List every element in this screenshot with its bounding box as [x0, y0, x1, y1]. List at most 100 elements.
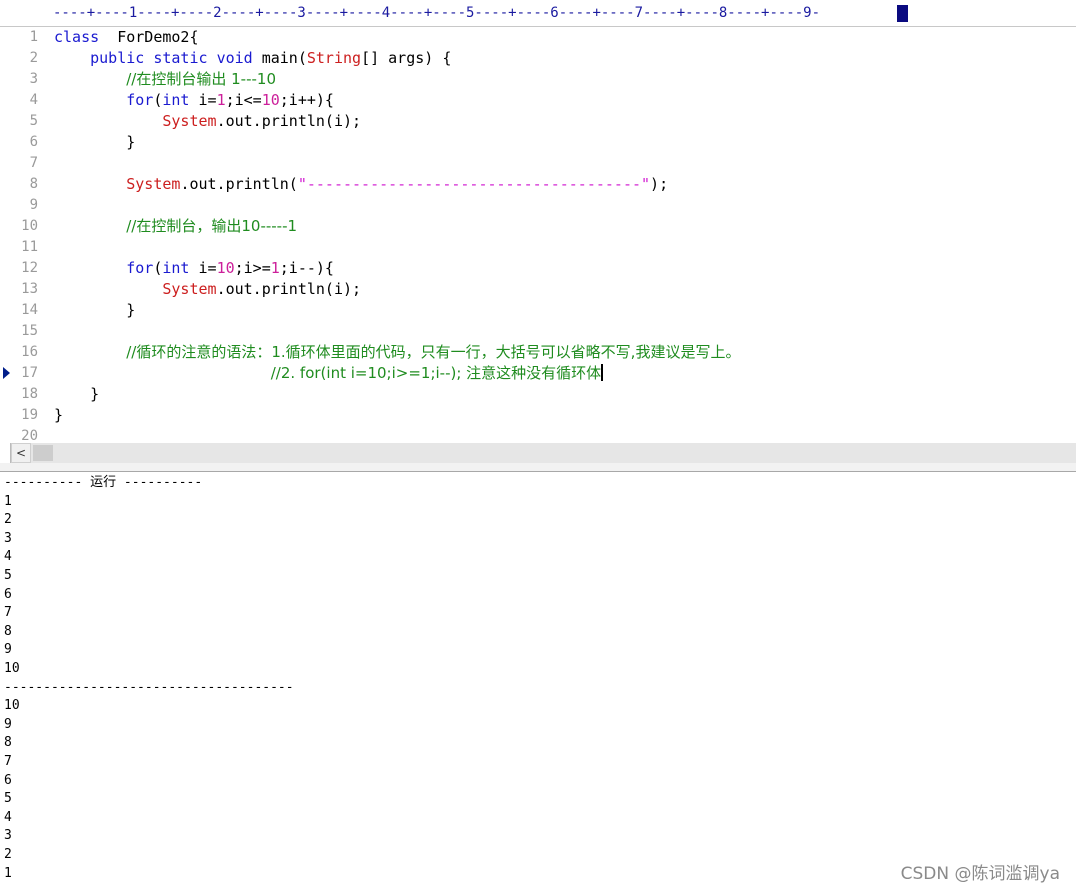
code-text[interactable]: } — [54, 405, 63, 426]
code-line[interactable]: 4 for(int i=1;i<=10;i++){ — [0, 90, 1076, 111]
code-token: .out.println(i); — [216, 112, 362, 130]
code-line[interactable]: 11 — [0, 237, 1076, 258]
code-text[interactable]: System.out.println("--------------------… — [54, 174, 668, 195]
code-line[interactable]: 14 } — [0, 300, 1076, 321]
code-line[interactable]: 8 System.out.println("------------------… — [0, 174, 1076, 195]
code-token: for — [126, 91, 154, 109]
code-token: } — [54, 406, 64, 424]
output-line: 6 — [4, 772, 12, 788]
code-line[interactable]: 20 — [0, 426, 1076, 443]
code-token: 1 — [270, 259, 280, 277]
line-number: 3 — [29, 71, 38, 87]
pane-splitter[interactable] — [0, 463, 1076, 472]
code-line[interactable]: 9 — [0, 195, 1076, 216]
code-line[interactable]: 16 //循环的注意的语法：1.循环体里面的代码，只有一行，大括号可以省略不写,… — [0, 342, 1076, 363]
watermark: CSDN @陈词滥调ya — [900, 864, 1060, 884]
line-number: 5 — [29, 113, 38, 129]
output-line: 4 — [4, 809, 12, 825]
code-token: ;i>= — [234, 259, 271, 277]
code-line[interactable]: 6 } — [0, 132, 1076, 153]
code-token: "-------------------------------------" — [297, 175, 651, 193]
output-line: 10 — [4, 661, 20, 676]
line-number: 17 — [21, 365, 38, 381]
code-line[interactable]: 17 //2. for(int i=10;i>=1;i--); 注意这种没有循环… — [0, 363, 1076, 384]
code-token: void — [216, 49, 253, 67]
code-line[interactable]: 18 } — [0, 384, 1076, 405]
output-line: 8 — [4, 735, 12, 751]
output-line: 10 — [4, 698, 20, 714]
line-number: 8 — [29, 176, 38, 192]
output-line: 4 — [4, 549, 12, 565]
output-line: 5 — [4, 568, 12, 583]
code-token: //循环的注意的语法：1.循环体里面的代码，只有一行，大括号可以省略不写,我建议… — [126, 343, 741, 361]
code-token: //在控制台，输出10-----1 — [126, 217, 298, 235]
ruler-gutter — [0, 0, 51, 26]
code-token: ); — [650, 175, 669, 193]
output-line: 5 — [4, 791, 12, 807]
output-line: ------------------------------------- — [4, 679, 294, 695]
code-text[interactable]: System.out.println(i); — [54, 279, 361, 300]
code-line[interactable]: 3 //在控制台输出 1---10 — [0, 69, 1076, 90]
code-line[interactable]: 10 //在控制台，输出10-----1 — [0, 216, 1076, 237]
line-number: 7 — [29, 155, 38, 171]
code-line[interactable]: 12 for(int i=10;i>=1;i--){ — [0, 258, 1076, 279]
line-number: 20 — [21, 428, 38, 443]
code-line[interactable]: 13 System.out.println(i); — [0, 279, 1076, 300]
code-text[interactable]: //在控制台输出 1---10 — [54, 69, 276, 90]
code-line[interactable]: 2 public static void main(String[] args)… — [0, 48, 1076, 69]
line-number: 9 — [29, 197, 38, 213]
output-line: 3 — [4, 530, 12, 546]
code-token: [] args) { — [361, 49, 452, 67]
output-panel[interactable]: ---------- 运行 ---------- 1 2 3 4 5 6 7 8 9 10 -----… — [0, 472, 1076, 893]
code-line[interactable]: 5 System.out.println(i); — [0, 111, 1076, 132]
code-token: //在控制台输出 1---10 — [126, 70, 276, 88]
scroll-left-arrow-icon[interactable]: < — [11, 443, 31, 463]
output-line: 2 — [4, 512, 12, 528]
output-line: 7 — [4, 605, 12, 621]
code-line[interactable]: 15 — [0, 321, 1076, 342]
horizontal-scrollbar[interactable]: < — [0, 443, 1076, 463]
code-text[interactable]: public static void main(String[] args) { — [54, 48, 451, 69]
scrollbar-thumb[interactable] — [33, 445, 53, 461]
code-token: } — [54, 385, 100, 403]
line-number: 2 — [29, 50, 38, 66]
code-editor[interactable]: 1 class ForDemo2{2 public static void mai… — [0, 27, 1076, 443]
code-text[interactable]: } — [54, 384, 99, 405]
line-number: 13 — [21, 281, 38, 297]
code-text[interactable]: } — [54, 132, 135, 153]
code-text[interactable]: //2. for(int i=10;i>=1;i--); 注意这种没有循环体 — [54, 363, 604, 384]
code-text[interactable]: for(int i=1;i<=10;i++){ — [54, 90, 334, 111]
code-token: static — [153, 49, 208, 67]
code-text[interactable]: for(int i=10;i>=1;i--){ — [54, 258, 334, 279]
code-token: public — [90, 49, 145, 67]
ruler-column-caret — [897, 5, 908, 22]
code-text[interactable]: //循环的注意的语法：1.循环体里面的代码，只有一行，大括号可以省略不写,我建议… — [54, 342, 740, 363]
code-text[interactable]: //在控制台，输出10-----1 — [54, 216, 297, 237]
code-line[interactable]: 1 class ForDemo2{ — [0, 27, 1076, 48]
code-text[interactable]: class ForDemo2{ — [54, 27, 199, 48]
output-line: 3 — [4, 828, 12, 844]
line-number: 15 — [21, 323, 38, 339]
scrollbar-corner — [0, 443, 11, 463]
code-text[interactable]: } — [54, 300, 135, 321]
output-line: 2 — [4, 847, 12, 862]
code-line[interactable]: 19} — [0, 405, 1076, 426]
line-number: 4 — [29, 92, 38, 108]
line-number: 14 — [21, 302, 38, 318]
line-number: 16 — [21, 344, 38, 360]
code-line[interactable]: 7 — [0, 153, 1076, 174]
code-token: ;i--){ — [279, 259, 334, 277]
output-line: ---------- 运行 ---------- — [4, 475, 203, 490]
code-text[interactable]: System.out.println(i); — [54, 111, 361, 132]
